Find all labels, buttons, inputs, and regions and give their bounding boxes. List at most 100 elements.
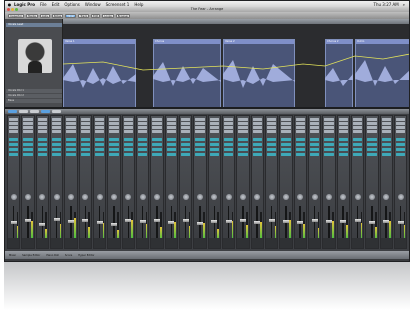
- send-slot[interactable]: [395, 153, 406, 156]
- send-slot[interactable]: [37, 153, 47, 156]
- send-slot[interactable]: [109, 143, 119, 146]
- send-slot[interactable]: [94, 143, 105, 146]
- insert-slot[interactable]: [109, 126, 119, 129]
- insert-slot[interactable]: [309, 126, 320, 129]
- send-slot[interactable]: [9, 148, 19, 151]
- insert-slot[interactable]: [9, 118, 19, 121]
- pan-knob[interactable]: [196, 194, 203, 200]
- tab-hyper-editor[interactable]: Hyper Editor: [78, 254, 94, 257]
- apple-icon[interactable]: ●: [5, 2, 14, 7]
- insert-slot[interactable]: [238, 130, 248, 133]
- fader-track[interactable]: [127, 206, 130, 242]
- send-slot[interactable]: [324, 148, 334, 151]
- send-slot[interactable]: [381, 138, 391, 141]
- send-slot[interactable]: [166, 143, 176, 146]
- channel-strip[interactable]: [336, 115, 350, 249]
- insert-slot[interactable]: [252, 122, 262, 125]
- insert-slot[interactable]: [51, 130, 62, 133]
- send-slot[interactable]: [367, 153, 377, 156]
- channel-strip[interactable]: [322, 115, 336, 249]
- insert-slot[interactable]: [295, 122, 305, 125]
- pan-knob[interactable]: [239, 194, 246, 200]
- send-slot[interactable]: [252, 153, 262, 156]
- send-slot[interactable]: [80, 143, 90, 146]
- menu-file[interactable]: File: [40, 2, 47, 7]
- send-slot[interactable]: [109, 138, 119, 141]
- channel-name-area[interactable]: [50, 238, 63, 248]
- send-slot[interactable]: [209, 148, 219, 151]
- channel-name-area[interactable]: [65, 238, 77, 248]
- fader-cap[interactable]: [168, 220, 175, 224]
- insert-slot[interactable]: [266, 122, 277, 125]
- edit-button[interactable]: Edit: [91, 13, 101, 18]
- channel-strip[interactable]: [250, 115, 264, 249]
- fader-track[interactable]: [299, 206, 301, 242]
- insert-slot[interactable]: [23, 122, 33, 125]
- insert-slot[interactable]: [166, 130, 176, 133]
- fader-track[interactable]: [55, 206, 58, 242]
- insert-slot[interactable]: [209, 122, 219, 125]
- insert-slot[interactable]: [152, 126, 162, 129]
- send-slot[interactable]: [295, 148, 305, 151]
- insert-slot[interactable]: [352, 118, 363, 121]
- insert-slot[interactable]: [195, 122, 205, 125]
- send-slot[interactable]: [66, 138, 76, 141]
- send-slot[interactable]: [23, 143, 33, 146]
- channel-strip[interactable]: [207, 115, 221, 249]
- insert-slot[interactable]: [94, 122, 105, 125]
- channel-strip[interactable]: [107, 115, 121, 249]
- send-slot[interactable]: [94, 148, 105, 151]
- insert-slot[interactable]: [166, 122, 176, 125]
- insert-slot[interactable]: [37, 122, 47, 125]
- fader-track[interactable]: [170, 206, 173, 242]
- channel-name-area[interactable]: [380, 238, 392, 248]
- fader-cap[interactable]: [96, 221, 103, 225]
- insert-slot[interactable]: [309, 122, 320, 125]
- send-slot[interactable]: [223, 138, 234, 141]
- volume-automation-line[interactable]: [63, 53, 410, 71]
- send-slot[interactable]: [266, 148, 277, 151]
- fader-cap[interactable]: [10, 220, 17, 224]
- send-slot[interactable]: [109, 153, 119, 156]
- channel-strip[interactable]: [365, 115, 379, 249]
- fader-cap[interactable]: [397, 220, 404, 224]
- insert-slot[interactable]: [137, 130, 148, 133]
- pan-knob[interactable]: [96, 194, 103, 200]
- insert-slot[interactable]: [152, 118, 162, 121]
- insert-slot[interactable]: [266, 126, 277, 129]
- send-slot[interactable]: [238, 138, 248, 141]
- send-slot[interactable]: [51, 143, 62, 146]
- zoom-icon[interactable]: [15, 8, 18, 11]
- channel-name-area[interactable]: [280, 238, 292, 248]
- insert-slot[interactable]: [352, 126, 363, 129]
- insert-slot[interactable]: [66, 130, 76, 133]
- send-slot[interactable]: [395, 143, 406, 146]
- insert-slot[interactable]: [209, 118, 219, 121]
- insert-slot[interactable]: [266, 118, 277, 121]
- send-slot[interactable]: [295, 153, 305, 156]
- insert-slot[interactable]: [37, 126, 47, 129]
- insert-slot[interactable]: [281, 118, 291, 121]
- fader-cap[interactable]: [110, 222, 117, 226]
- insert-slot[interactable]: [180, 130, 191, 133]
- insert-slot[interactable]: [137, 122, 148, 125]
- channel-strip[interactable]: [121, 115, 135, 249]
- notes-button[interactable]: Notes: [51, 13, 64, 18]
- send-slot[interactable]: [281, 153, 291, 156]
- loops-button[interactable]: Loops: [102, 13, 114, 18]
- channel-strip[interactable]: [264, 115, 279, 249]
- fader-track[interactable]: [285, 206, 287, 242]
- channel-strip[interactable]: [35, 115, 49, 249]
- channel-name-area[interactable]: [308, 238, 321, 248]
- send-slot[interactable]: [338, 143, 348, 146]
- fader-track[interactable]: [213, 206, 215, 242]
- pan-knob[interactable]: [110, 194, 117, 200]
- send-slot[interactable]: [309, 153, 320, 156]
- pan-knob[interactable]: [225, 194, 232, 200]
- insert-slot[interactable]: [223, 130, 234, 133]
- pan-knob[interactable]: [39, 194, 46, 200]
- send-slot[interactable]: [238, 153, 248, 156]
- channel-name-area[interactable]: [194, 238, 206, 248]
- send-slot[interactable]: [80, 153, 90, 156]
- channel-strip[interactable]: [92, 115, 107, 249]
